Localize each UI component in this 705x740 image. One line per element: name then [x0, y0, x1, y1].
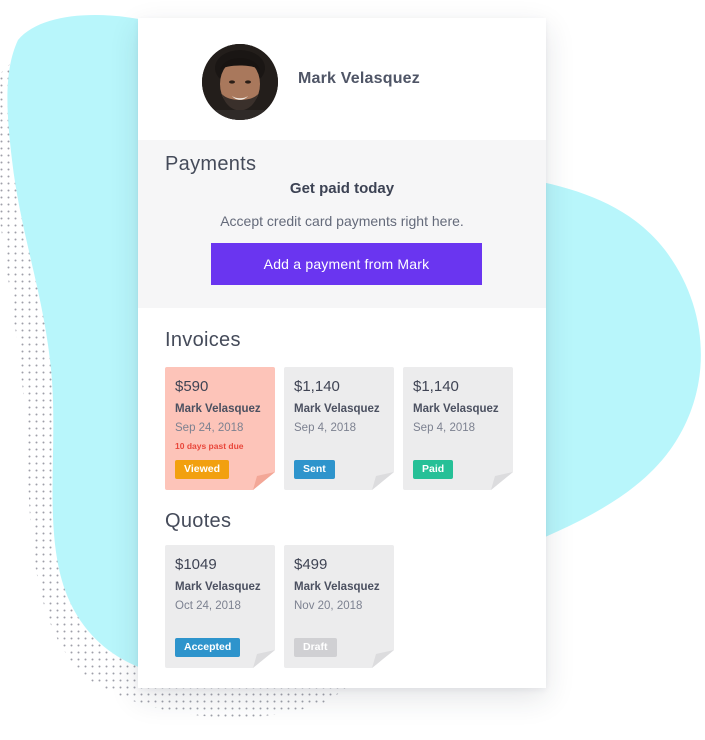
invoice-client: Mark Velasquez — [294, 403, 380, 415]
payments-heading: Get paid today — [289, 180, 395, 197]
quote-card[interactable]: $1049 Mark Velasquez Oct 24, 2018 Accept… — [165, 545, 275, 668]
invoice-date: Sep 24, 2018 — [175, 422, 244, 434]
invoice-card[interactable]: $1,140 Mark Velasquez Sep 4, 2018 Paid — [403, 367, 513, 490]
invoice-amount: $1,140 — [413, 378, 459, 395]
page-fold-icon — [491, 472, 513, 490]
invoices-title: Invoices — [165, 329, 241, 351]
avatar-portrait-icon — [202, 44, 278, 120]
status-badge-accepted[interactable]: Accepted — [175, 638, 241, 657]
quote-amount: $499 — [294, 556, 328, 573]
add-payment-button[interactable]: Add a payment from Mark — [211, 243, 482, 285]
avatar[interactable] — [202, 44, 278, 120]
quote-date: Oct 24, 2018 — [175, 600, 241, 612]
invoice-date: Sep 4, 2018 — [413, 422, 476, 434]
quote-date: Nov 20, 2018 — [294, 600, 363, 612]
invoice-client: Mark Velasquez — [413, 403, 499, 415]
quote-card[interactable]: $499 Mark Velasquez Nov 20, 2018 Draft — [284, 545, 394, 668]
invoice-amount: $1,140 — [294, 378, 340, 395]
payments-subtitle: Accept credit card payments right here. — [220, 213, 464, 229]
quotes-title: Quotes — [165, 510, 232, 532]
contact-card: Mark Velasquez Payments Get paid today A… — [138, 18, 546, 688]
page-fold-icon — [372, 472, 394, 490]
page-fold-icon — [372, 650, 394, 668]
status-badge-paid[interactable]: Paid — [413, 460, 454, 479]
quote-amount: $1049 — [175, 556, 217, 573]
overdue-note: 10 days past due — [175, 441, 244, 451]
payments-title: Payments — [165, 153, 257, 175]
status-badge-draft[interactable]: Draft — [294, 638, 337, 657]
payments-panel: Payments Get paid today Accept credit ca… — [138, 140, 546, 308]
invoice-amount: $590 — [175, 378, 209, 395]
contact-name: Mark Velasquez — [298, 70, 420, 87]
quote-client: Mark Velasquez — [175, 581, 261, 593]
invoice-client: Mark Velasquez — [175, 403, 261, 415]
page-fold-icon — [253, 472, 275, 490]
page-fold-icon — [253, 650, 275, 668]
quote-client: Mark Velasquez — [294, 581, 380, 593]
invoice-card[interactable]: $590 Mark Velasquez Sep 24, 2018 10 days… — [165, 367, 275, 490]
invoice-date: Sep 4, 2018 — [294, 422, 357, 434]
status-badge-sent[interactable]: Sent — [294, 460, 335, 479]
status-badge-viewed[interactable]: Viewed — [175, 460, 229, 479]
invoice-card[interactable]: $1,140 Mark Velasquez Sep 4, 2018 Sent — [284, 367, 394, 490]
